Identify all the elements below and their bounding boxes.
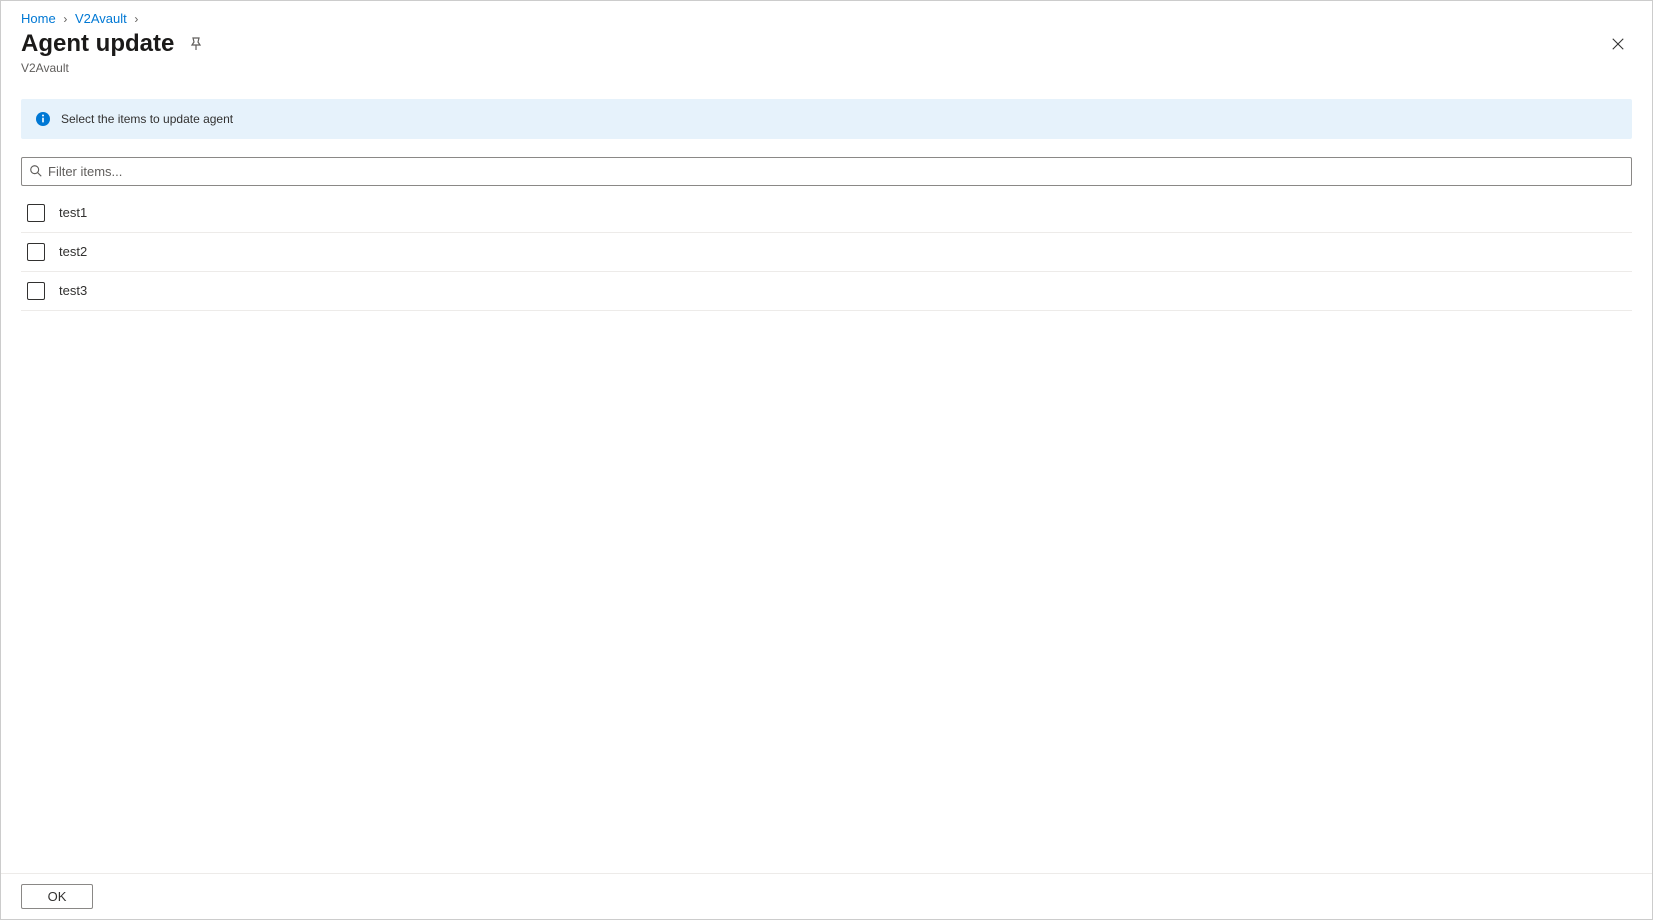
filter-input[interactable]	[21, 157, 1632, 186]
breadcrumb: Home › V2Avault ›	[1, 1, 1652, 30]
info-icon	[35, 111, 51, 127]
title-row: Agent update	[21, 30, 1632, 59]
chevron-right-icon: ›	[63, 12, 67, 26]
filter-wrap	[21, 157, 1632, 186]
content-area: Select the items to update agent test1 t…	[1, 81, 1652, 873]
page-title: Agent update	[21, 30, 174, 59]
item-label: test2	[59, 244, 87, 259]
page-subtitle: V2Avault	[21, 61, 1632, 75]
list-item[interactable]: test3	[21, 272, 1632, 311]
item-label: test3	[59, 283, 87, 298]
breadcrumb-v2avault[interactable]: V2Avault	[75, 11, 127, 26]
page-header: Agent update V2Avault	[1, 30, 1652, 81]
item-checkbox[interactable]	[27, 243, 45, 261]
info-banner-text: Select the items to update agent	[61, 112, 233, 126]
item-checkbox[interactable]	[27, 204, 45, 222]
item-checkbox[interactable]	[27, 282, 45, 300]
list-item[interactable]: test2	[21, 233, 1632, 272]
ok-button[interactable]: OK	[21, 884, 93, 909]
close-button[interactable]	[1608, 34, 1628, 54]
item-list: test1 test2 test3	[21, 194, 1632, 311]
item-label: test1	[59, 205, 87, 220]
chevron-right-icon: ›	[134, 12, 138, 26]
footer: OK	[1, 873, 1652, 919]
breadcrumb-home[interactable]: Home	[21, 11, 56, 26]
pin-icon[interactable]	[188, 36, 204, 52]
info-banner: Select the items to update agent	[21, 99, 1632, 139]
list-item[interactable]: test1	[21, 194, 1632, 233]
